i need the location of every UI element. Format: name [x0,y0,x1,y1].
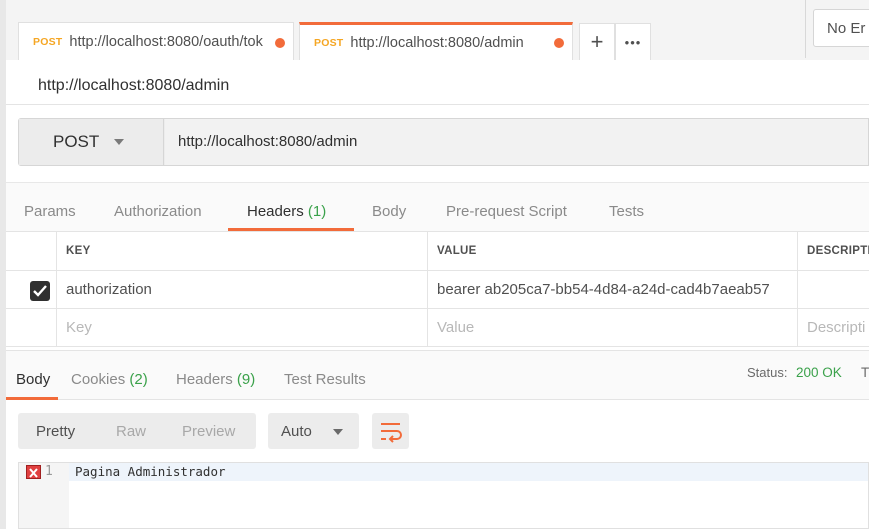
tab-url: http://localhost:8080/oauth/tok [69,33,263,50]
response-tab-body[interactable]: Body [16,371,50,388]
tab-headers[interactable]: Headers (1) [247,203,326,220]
response-tabs: Body Cookies (2) Headers (9) Test Result… [6,350,869,400]
error-icon [26,465,41,479]
method-badge: POST [33,35,63,48]
new-key-input[interactable]: Key [56,309,427,346]
response-body-text: Pagina Administrador [75,464,226,479]
response-headers-label: Headers [176,371,233,388]
language-select[interactable]: Auto [268,413,359,449]
new-description-input[interactable]: Descripti [797,309,869,346]
new-tab-button[interactable]: + [579,23,615,60]
request-tab-admin[interactable]: POST http://localhost:8080/admin [299,22,573,60]
divider [805,0,806,58]
tab-url: http://localhost:8080/admin [350,34,524,51]
response-headers-count: (9) [236,371,256,388]
tab-params[interactable]: Params [24,203,76,220]
status-label: Status: [747,365,788,380]
wrap-lines-icon [381,423,402,443]
response-tab-headers[interactable]: Headers (9) [176,371,255,388]
environment-label: No Er [827,20,866,37]
cookies-count: (2) [129,371,148,388]
tab-headers-label: Headers [247,203,304,220]
table-row: authorization bearer ab205ca7-bb54-4d84-… [6,271,869,309]
view-mode-toggle: Pretty Raw Preview [18,413,256,449]
header-description-input[interactable] [797,271,869,308]
line-gutter: 1 [19,463,69,528]
cookies-label: Cookies [71,371,126,388]
header-value-input[interactable]: bearer ab205ca7-bb54-4d84-a24d-cad4b7aea… [427,271,797,308]
language-label: Auto [281,423,312,440]
header-enabled-checkbox[interactable] [30,281,50,301]
response-tab-cookies[interactable]: Cookies (2) [71,371,148,388]
table-row-new: Key Value Descripti [6,309,869,347]
url-input[interactable]: http://localhost:8080/admin [165,119,868,165]
environment-select[interactable]: No Er [813,9,869,47]
postman-window: POST http://localhost:8080/oauth/tok POS… [0,0,869,529]
pretty-button[interactable]: Pretty [36,423,75,440]
check-icon [33,285,47,297]
column-key: KEY [56,232,427,270]
method-label: POST [53,132,100,151]
unsaved-dot-icon [554,38,564,48]
tab-body[interactable]: Body [372,203,406,220]
response-body-editor[interactable]: 1 Pagina Administrador [18,462,869,529]
status-value: 200 OK [796,365,842,380]
column-value: VALUE [427,232,797,270]
more-icon: ••• [624,34,642,50]
table-header-row: KEY VALUE DESCRIPTI [6,232,869,271]
active-tab-indicator [6,397,58,400]
raw-button[interactable]: Raw [116,423,146,440]
new-value-input[interactable]: Value [427,309,797,346]
tab-authorization[interactable]: Authorization [114,203,202,220]
url-bar: POST http://localhost:8080/admin [18,118,869,166]
request-title: http://localhost:8080/admin [38,77,230,94]
response-toolbar: Pretty Raw Preview Auto [6,401,869,463]
chevron-down-icon [333,429,343,435]
divider [6,104,869,105]
preview-button[interactable]: Preview [182,423,235,440]
unsaved-dot-icon [275,38,285,48]
chevron-down-icon [114,139,124,145]
response-tab-test-results[interactable]: Test Results [284,371,366,388]
time-label: T [861,365,869,380]
plus-icon: + [590,29,604,54]
line-number: 1 [45,464,53,479]
tab-tests[interactable]: Tests [609,203,644,220]
headers-count: (1) [307,203,327,220]
request-tab-oauth[interactable]: POST http://localhost:8080/oauth/tok [18,22,294,60]
tab-prerequest-script[interactable]: Pre-request Script [446,203,567,220]
wrap-lines-button[interactable] [372,413,409,449]
tab-bar: POST http://localhost:8080/oauth/tok POS… [6,0,869,60]
method-select[interactable]: POST [19,119,164,165]
request-panel: http://localhost:8080/admin POST http://… [6,60,869,529]
header-key-input[interactable]: authorization [56,271,427,308]
column-description: DESCRIPTI [797,232,869,270]
method-badge: POST [314,36,344,49]
request-tabs: Params Authorization Headers (1) Body Pr… [6,182,869,232]
more-tabs-button[interactable]: ••• [615,23,651,60]
active-tab-indicator [228,228,354,231]
